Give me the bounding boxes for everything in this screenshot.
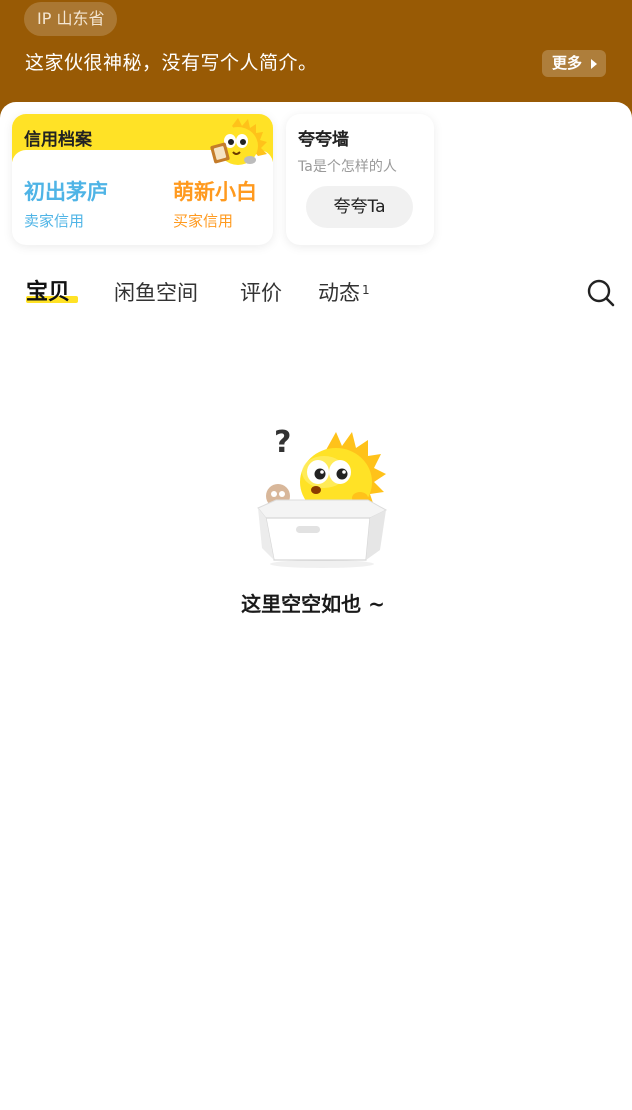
tab-reviews[interactable]: 评价 [240,278,282,308]
tab-label: 动态 [318,281,360,305]
tab-label: 闲鱼空间 [114,281,198,305]
praise-wall-card[interactable]: 夸夸墙 Ta是个怎样的人 夸夸Ta [286,114,434,245]
seller-credit-level: 初出茅庐 [24,180,108,204]
triangle-right-icon [591,59,597,69]
buyer-credit-level: 萌新小白 [173,180,257,204]
tab-label: 评价 [240,281,282,305]
svg-text:?: ? [274,425,291,460]
tab-count-badge: 1 [362,283,370,297]
more-button[interactable]: 更多 [542,50,606,77]
tab-items[interactable]: 宝贝 [26,278,78,308]
buyer-credit-label: 买家信用 [173,212,234,230]
fish-mascot-icon [210,118,267,165]
praise-button[interactable]: 夸夸Ta [306,186,413,228]
tab-space[interactable]: 闲鱼空间 [114,278,198,308]
tab-label: 宝贝 [26,280,71,305]
praise-wall-title: 夸夸墙 [298,130,349,150]
tab-moments[interactable]: 动态 1 [318,278,370,308]
search-icon[interactable] [586,278,616,308]
more-button-label: 更多 [552,54,583,72]
credit-profile-card[interactable]: 信用档案 初出茅庐 卖家信用 萌新小白 买家信用 [12,114,273,245]
credit-card-title: 信用档案 [24,130,92,150]
content-sheet: 信用档案 初出茅庐 卖家信用 萌新小白 买家信用 夸夸墙 Ta是个怎样的人 夸夸… [0,102,632,1110]
empty-state-message: 这里空空如也 ~ [241,592,385,616]
profile-tabs: 宝贝 闲鱼空间 评价 动态 1 [0,270,632,320]
bio-text: 这家伙很神秘，没有写个人简介。 [25,52,318,74]
empty-box-mascot-illustration: ? [257,425,388,568]
praise-wall-subtitle: Ta是个怎样的人 [298,159,397,175]
seller-credit-label: 卖家信用 [24,212,85,230]
ip-location-badge: IP 山东省 [24,2,118,36]
